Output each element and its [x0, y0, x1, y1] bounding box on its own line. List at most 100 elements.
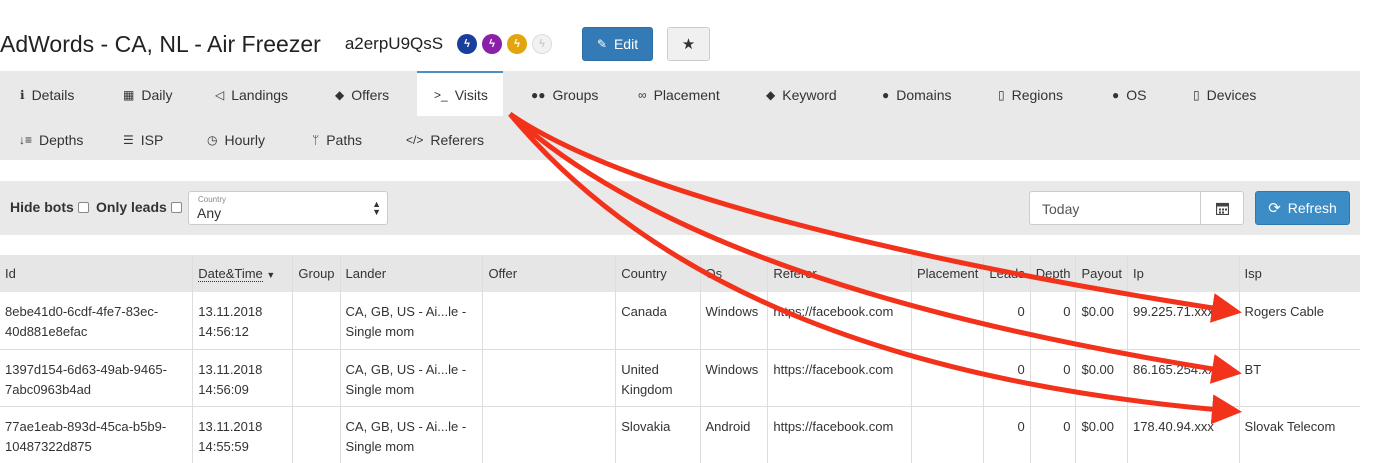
- refresh-label: Refresh: [1287, 200, 1337, 216]
- tab-keyword[interactable]: ◆ Keyword: [766, 72, 837, 117]
- visit-id: 77ae1eab-893d-45ca-b5b9- 10487322d875: [0, 406, 194, 463]
- visit-group: [292, 406, 341, 463]
- tab-label: Placement: [653, 86, 720, 103]
- table-row[interactable]: 8ebe41d0-6cdf-4fe7-83ec- 40d881e8efac 13.…: [0, 292, 1360, 350]
- map-icon: ▯: [998, 87, 1005, 102]
- tab-devices[interactable]: ▯ Devices: [1193, 72, 1256, 117]
- visit-country: United Kingdom: [615, 349, 701, 407]
- visit-placement: [911, 406, 985, 463]
- calendar-button[interactable]: [1200, 191, 1244, 225]
- tab-paths[interactable]: ᛘ Paths: [312, 117, 362, 162]
- column-header[interactable]: Depth: [1030, 255, 1077, 292]
- tab-regions[interactable]: ▯ Regions: [998, 72, 1063, 117]
- visit-ip: 86.165.254.xxx: [1127, 349, 1240, 407]
- visit-isp: Rogers Cable: [1239, 292, 1360, 350]
- visit-depth: 0: [1030, 349, 1077, 407]
- visit-payout: $0.00: [1075, 349, 1128, 407]
- favorite-button[interactable]: ★: [667, 27, 710, 61]
- tab-hourly[interactable]: ◷ Hourly: [207, 117, 265, 162]
- column-header[interactable]: Leads: [983, 255, 1031, 292]
- apple-icon: ●: [1112, 87, 1120, 102]
- terminal-icon: >_: [434, 87, 448, 102]
- info-icon: ℹ: [20, 87, 25, 102]
- column-header[interactable]: Os: [700, 255, 769, 292]
- table-row[interactable]: 77ae1eab-893d-45ca-b5b9- 10487322d875 13.…: [0, 406, 1360, 463]
- server-icon: ☰: [123, 132, 134, 147]
- visit-leads: 0: [983, 406, 1031, 463]
- visit-group: [292, 292, 341, 350]
- refresh-icon: ⟳: [1268, 200, 1281, 217]
- column-header[interactable]: Id: [0, 255, 194, 292]
- tab-label: Landings: [231, 86, 289, 103]
- column-header[interactable]: Payout: [1075, 255, 1128, 292]
- column-header-sorted[interactable]: Date&Time ▼: [192, 255, 294, 292]
- tab-label: ISP: [140, 131, 164, 148]
- visit-placement: [911, 349, 985, 407]
- visit-os: Android: [700, 406, 769, 463]
- tab-domains[interactable]: ● Domains: [882, 72, 952, 117]
- tab-offers[interactable]: ◆ Offers: [335, 72, 389, 117]
- tab-placement[interactable]: ∞ Placement: [638, 72, 720, 117]
- clock-icon: ◷: [207, 132, 218, 147]
- only-leads-label: Only leads: [96, 199, 167, 215]
- tablet-icon: ▯: [1193, 87, 1200, 102]
- tab-label: Depths: [39, 131, 84, 148]
- visit-datetime: 13.11.2018 14:56:09: [192, 349, 294, 407]
- visit-ip: 178.40.94.xxx: [1127, 406, 1240, 463]
- refresh-button[interactable]: ⟳ Refresh: [1255, 191, 1350, 225]
- table-header: Id Date&Time ▼ Group Lander Offer Countr…: [0, 255, 1360, 292]
- globe-icon: ●: [882, 87, 890, 102]
- column-header[interactable]: Country: [615, 255, 701, 292]
- visit-offer: [482, 292, 617, 350]
- tab-daily[interactable]: ▦ Daily: [123, 72, 172, 117]
- link-icon: ∞: [638, 87, 647, 102]
- tab-label: Details: [31, 86, 75, 103]
- visit-depth: 0: [1030, 292, 1077, 350]
- tab-label: Paths: [326, 131, 363, 148]
- only-leads-filter[interactable]: Only leads: [96, 199, 182, 215]
- tab-os[interactable]: ● OS: [1112, 72, 1146, 117]
- column-header[interactable]: Isp: [1239, 255, 1360, 292]
- tab-label: Keyword: [782, 86, 837, 103]
- date-range-input[interactable]: Today: [1029, 191, 1201, 225]
- edit-button[interactable]: ✎ Edit: [582, 27, 653, 61]
- visit-group: [292, 349, 341, 407]
- hide-bots-checkbox[interactable]: [77, 201, 89, 213]
- country-select[interactable]: Country Any ▲ ▼: [188, 191, 388, 225]
- sort-desc-icon: ▼: [266, 270, 276, 280]
- campaign-id: a2erpU9QsS: [344, 34, 444, 53]
- visit-depth: 0: [1030, 406, 1077, 463]
- tab-label: Groups: [552, 86, 599, 103]
- table-row[interactable]: 1397d154-6d63-49ab-9465- 7abc0963b4ad 13.…: [0, 349, 1360, 407]
- visit-lander: CA, GB, US - Ai...le - Single mom: [340, 292, 484, 350]
- visit-payout: $0.00: [1075, 406, 1128, 463]
- visit-country: Canada: [615, 292, 701, 350]
- edit-label: Edit: [613, 36, 639, 52]
- tab-visits[interactable]: >_ Visits: [417, 71, 503, 116]
- code-fork-icon: ᛘ: [312, 132, 320, 147]
- visit-offer: [482, 406, 617, 463]
- calendar-icon: ▦: [123, 87, 135, 102]
- column-header[interactable]: Ip: [1127, 255, 1240, 292]
- tab-isp[interactable]: ☰ ISP: [123, 117, 163, 162]
- country-select-value: Any: [197, 205, 222, 221]
- visit-offer: [482, 349, 617, 407]
- badge-icon: ϟ: [482, 34, 503, 54]
- tab-details[interactable]: ℹ Details: [20, 72, 74, 117]
- column-header[interactable]: Lander: [340, 255, 484, 292]
- tab-landings[interactable]: ◁ Landings: [215, 72, 288, 117]
- only-leads-checkbox[interactable]: [170, 201, 182, 213]
- column-header[interactable]: Placement: [911, 255, 985, 292]
- tab-referers[interactable]: </> Referers: [406, 117, 484, 162]
- hide-bots-filter[interactable]: Hide bots: [10, 199, 89, 215]
- column-header[interactable]: Referer: [767, 255, 912, 292]
- column-header[interactable]: Offer: [482, 255, 617, 292]
- calendar-icon: [1215, 202, 1229, 215]
- column-header[interactable]: Group: [292, 255, 341, 292]
- visit-referer: https://facebook.com: [767, 406, 912, 463]
- tab-depths[interactable]: ↓≡ Depths: [19, 117, 83, 162]
- tab-groups[interactable]: ●● Groups: [531, 72, 598, 117]
- country-select-label: Country: [198, 195, 227, 204]
- badge-icon: ϟ: [507, 34, 528, 54]
- page-title: AdWords - CA, NL - Air Freezer: [0, 30, 321, 57]
